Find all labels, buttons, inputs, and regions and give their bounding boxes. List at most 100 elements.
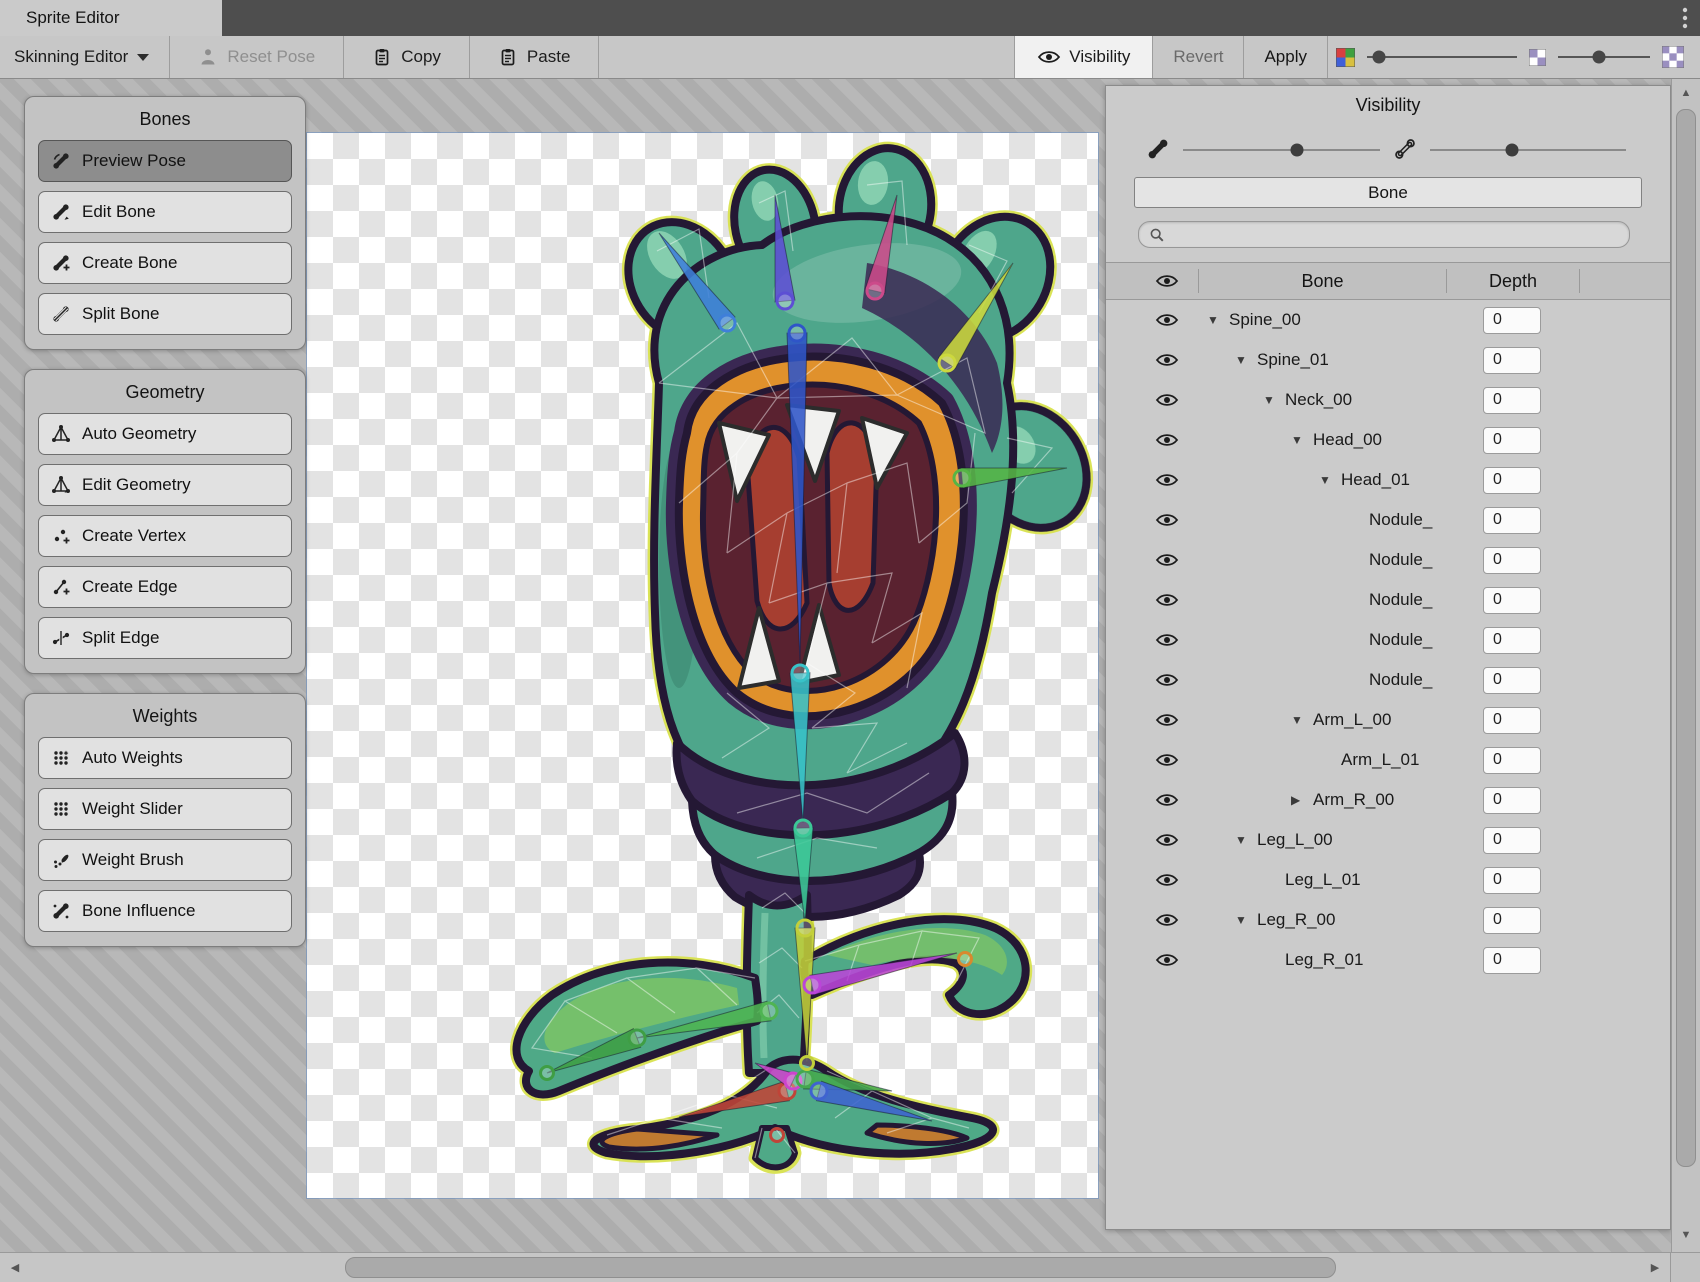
bone-name[interactable]: Leg_L_01 — [1285, 870, 1361, 890]
apply-button[interactable]: Apply — [1244, 36, 1327, 78]
split-edge-button[interactable]: Split Edge — [38, 617, 292, 659]
depth-column-header[interactable]: Depth — [1447, 269, 1580, 293]
bone-name[interactable]: Leg_R_00 — [1257, 910, 1335, 930]
bone-row[interactable]: ▶Arm_R_00 — [1136, 780, 1670, 820]
visibility-eye-icon[interactable] — [1136, 792, 1198, 808]
visibility-eye-icon[interactable] — [1136, 712, 1198, 728]
horizontal-scrollbar[interactable]: ◀ ▶ — [0, 1252, 1700, 1282]
depth-input[interactable] — [1483, 747, 1541, 774]
depth-input[interactable] — [1483, 907, 1541, 934]
scroll-right-arrow-icon[interactable]: ▶ — [1642, 1255, 1668, 1280]
bone-name[interactable]: Arm_R_00 — [1313, 790, 1394, 810]
visibility-eye-icon[interactable] — [1136, 552, 1198, 568]
bone-row[interactable]: ▼Arm_L_00 — [1136, 700, 1670, 740]
expand-arrow-icon[interactable]: ▼ — [1235, 913, 1257, 927]
bone-row[interactable]: Leg_L_01 — [1136, 860, 1670, 900]
depth-input[interactable] — [1483, 827, 1541, 854]
horizontal-scroll-thumb[interactable] — [345, 1257, 1336, 1278]
scroll-left-arrow-icon[interactable]: ◀ — [2, 1255, 28, 1280]
canvas-area[interactable]: BonesPreview PoseEdit BoneCreate BoneSpl… — [0, 79, 1700, 1253]
visibility-eye-icon[interactable] — [1136, 312, 1198, 328]
depth-input[interactable] — [1483, 867, 1541, 894]
bone-name[interactable]: Nodule_ — [1369, 630, 1432, 650]
create-edge-button[interactable]: Create Edge — [38, 566, 292, 608]
auto-geometry-button[interactable]: Auto Geometry — [38, 413, 292, 455]
bone-size-slider[interactable] — [1183, 142, 1380, 157]
zoom-slider-thumb[interactable] — [1373, 51, 1386, 64]
visibility-eye-icon[interactable] — [1136, 912, 1198, 928]
bone-opacity-slider[interactable] — [1430, 142, 1627, 157]
bone-name[interactable]: Spine_00 — [1229, 310, 1301, 330]
visibility-eye-icon[interactable] — [1136, 952, 1198, 968]
collapse-arrow-icon[interactable]: ▶ — [1291, 793, 1313, 807]
bone-row[interactable]: ▼Head_01 — [1136, 460, 1670, 500]
depth-input[interactable] — [1483, 547, 1541, 574]
expand-arrow-icon[interactable]: ▼ — [1291, 433, 1313, 447]
visibility-eye-icon[interactable] — [1136, 472, 1198, 488]
bone-name[interactable]: Nodule_ — [1369, 590, 1432, 610]
bone-name[interactable]: Nodule_ — [1369, 550, 1432, 570]
expand-arrow-icon[interactable]: ▼ — [1291, 713, 1313, 727]
depth-input[interactable] — [1483, 587, 1541, 614]
bone-row[interactable]: Nodule_ — [1136, 580, 1670, 620]
depth-input[interactable] — [1483, 667, 1541, 694]
bone-row[interactable]: ▼Head_00 — [1136, 420, 1670, 460]
bone-row[interactable]: Nodule_ — [1136, 500, 1670, 540]
tab-sprite-editor[interactable]: Sprite Editor — [0, 0, 222, 36]
expand-arrow-icon[interactable]: ▼ — [1235, 353, 1257, 367]
create-vertex-button[interactable]: Create Vertex — [38, 515, 292, 557]
skinning-editor-dropdown[interactable]: Skinning Editor — [0, 36, 169, 78]
visibility-eye-icon[interactable] — [1136, 512, 1198, 528]
mip-slider-thumb[interactable] — [1593, 51, 1606, 64]
bone-row[interactable]: Leg_R_01 — [1136, 940, 1670, 980]
depth-input[interactable] — [1483, 307, 1541, 334]
depth-input[interactable] — [1483, 787, 1541, 814]
copy-button[interactable]: Copy — [344, 36, 469, 78]
bone-influence-button[interactable]: Bone Influence — [38, 890, 292, 932]
depth-input[interactable] — [1483, 507, 1541, 534]
visibility-eye-icon[interactable] — [1136, 392, 1198, 408]
auto-weights-button[interactable]: Auto Weights — [38, 737, 292, 779]
bone-row[interactable]: ▼Leg_L_00 — [1136, 820, 1670, 860]
bone-column-header[interactable]: Bone — [1199, 269, 1447, 293]
depth-input[interactable] — [1483, 707, 1541, 734]
reset-pose-button[interactable]: Reset Pose — [170, 36, 343, 78]
split-bone-button[interactable]: Split Bone — [38, 293, 292, 335]
bone-opacity-slider-thumb[interactable] — [1506, 143, 1519, 156]
edit-bone-button[interactable]: Edit Bone — [38, 191, 292, 233]
bone-name[interactable]: Arm_L_01 — [1341, 750, 1419, 770]
preview-pose-button[interactable]: Preview Pose — [38, 140, 292, 182]
bone-name[interactable]: Spine_01 — [1257, 350, 1329, 370]
depth-input[interactable] — [1483, 467, 1541, 494]
revert-button[interactable]: Revert — [1153, 36, 1243, 78]
depth-input[interactable] — [1483, 427, 1541, 454]
depth-input[interactable] — [1483, 387, 1541, 414]
vertical-scrollbar[interactable]: ▲ ▼ — [1671, 79, 1700, 1253]
visibility-eye-icon[interactable] — [1136, 432, 1198, 448]
bone-name[interactable]: Neck_00 — [1285, 390, 1352, 410]
expand-arrow-icon[interactable]: ▼ — [1207, 313, 1229, 327]
paste-button[interactable]: Paste — [470, 36, 598, 78]
visibility-eye-icon[interactable] — [1136, 632, 1198, 648]
visibility-eye-icon[interactable] — [1136, 672, 1198, 688]
bone-row[interactable]: ▼Spine_00 — [1136, 300, 1670, 340]
bone-size-slider-thumb[interactable] — [1290, 143, 1303, 156]
search-input[interactable] — [1171, 225, 1619, 244]
weight-brush-button[interactable]: Weight Brush — [38, 839, 292, 881]
zoom-slider[interactable] — [1367, 36, 1517, 78]
expand-arrow-icon[interactable]: ▼ — [1235, 833, 1257, 847]
bone-name[interactable]: Nodule_ — [1369, 670, 1432, 690]
visibility-toggle[interactable]: Visibility — [1014, 36, 1153, 78]
bone-row[interactable]: Arm_L_01 — [1136, 740, 1670, 780]
window-menu-icon[interactable] — [1682, 0, 1700, 36]
visibility-eye-icon[interactable] — [1136, 832, 1198, 848]
bone-search-field[interactable] — [1138, 221, 1630, 248]
visibility-eye-icon[interactable] — [1136, 352, 1198, 368]
bone-row[interactable]: Nodule_ — [1136, 620, 1670, 660]
bone-row[interactable]: ▼Spine_01 — [1136, 340, 1670, 380]
bone-row[interactable]: ▼Leg_R_00 — [1136, 900, 1670, 940]
visibility-eye-icon[interactable] — [1136, 872, 1198, 888]
create-bone-button[interactable]: Create Bone — [38, 242, 292, 284]
depth-input[interactable] — [1483, 347, 1541, 374]
color-mode-icon[interactable] — [1328, 36, 1363, 78]
